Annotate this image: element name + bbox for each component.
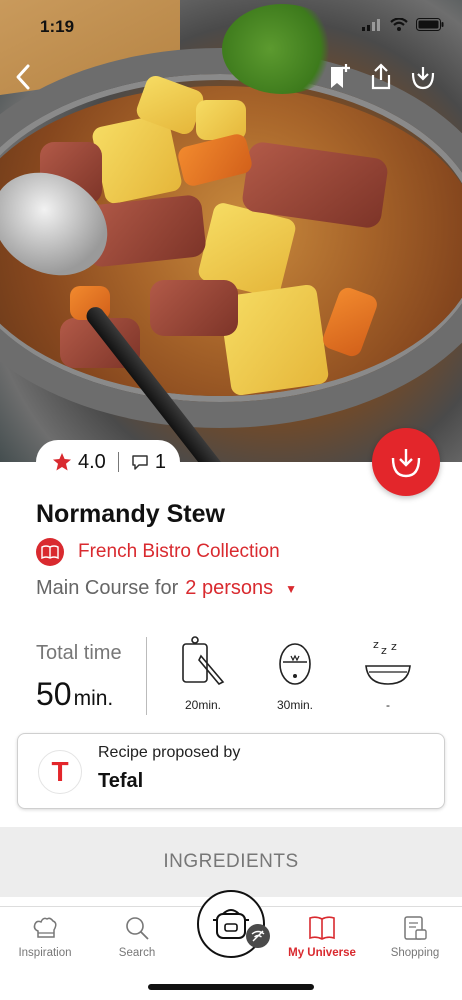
bookmark-button[interactable] xyxy=(324,62,354,92)
caret-down-icon[interactable]: ▼ xyxy=(285,582,297,596)
egg-timer-icon xyxy=(279,643,311,685)
share-icon xyxy=(371,63,391,90)
signal-icon xyxy=(362,18,380,31)
svg-text:z: z xyxy=(381,644,387,657)
total-time-value: 50 min. xyxy=(36,676,113,713)
total-time-unit: min. xyxy=(73,687,114,710)
cook-time-unit: min. xyxy=(290,698,314,712)
pot-download-icon xyxy=(391,449,421,478)
comment-icon xyxy=(132,455,148,470)
collection-label: French Bistro Collection xyxy=(78,541,280,562)
book-icon xyxy=(309,916,335,940)
rating-value: 4.0 xyxy=(78,450,106,473)
recipe-hero-image: 1:19 xyxy=(0,0,462,462)
servings-prefix: Main Course for xyxy=(36,577,179,599)
cutting-board-knife-icon xyxy=(182,636,225,685)
bookmark-add-icon xyxy=(331,64,350,88)
cook-time-step: 30min. xyxy=(260,634,330,712)
rating-divider xyxy=(117,452,119,472)
resting-bowl-icon: z z z xyxy=(365,638,411,685)
search-icon xyxy=(126,917,149,940)
tab-search[interactable]: Search xyxy=(92,915,182,959)
servings-row: Main Course for 2 persons ▼ xyxy=(36,577,297,600)
open-book-icon xyxy=(36,538,64,566)
tab-label: My Universe xyxy=(288,947,356,959)
wifi-icon xyxy=(390,18,408,31)
chevron-left-icon xyxy=(16,64,30,90)
tab-my-universe[interactable]: My Universe xyxy=(277,915,367,959)
total-time-number: 50 xyxy=(36,676,72,712)
recipe-collection-link[interactable]: French Bistro Collection xyxy=(36,538,280,566)
prep-time-value: 20 xyxy=(184,698,199,712)
cooker-icon xyxy=(213,909,249,939)
comment-count: 1 xyxy=(154,450,166,473)
share-button[interactable] xyxy=(366,62,396,92)
ingredients-section-header[interactable]: INGREDIENTS xyxy=(0,827,462,897)
shopping-list-icon xyxy=(404,916,427,940)
prep-time-unit: min. xyxy=(198,698,222,712)
send-to-cooker-button[interactable] xyxy=(408,62,438,92)
battery-icon xyxy=(416,18,444,31)
svg-text:z: z xyxy=(391,640,397,653)
pot-download-icon xyxy=(411,67,435,90)
tefal-logo: T xyxy=(38,750,82,794)
home-indicator xyxy=(148,984,314,990)
ingredients-label: INGREDIENTS xyxy=(163,851,299,872)
status-icons xyxy=(362,18,444,31)
svg-text:z: z xyxy=(373,638,379,651)
recipe-author-card[interactable]: T Recipe proposed by Tefal xyxy=(17,733,445,809)
prep-time-step: 20min. xyxy=(168,634,238,712)
chef-hat-icon xyxy=(33,917,57,938)
total-time-label: Total time xyxy=(36,642,122,664)
status-time: 1:19 xyxy=(40,17,75,36)
proposed-by-label: Recipe proposed by xyxy=(98,744,241,761)
tab-shopping[interactable]: Shopping xyxy=(370,915,460,959)
cook-time-value: 30 xyxy=(276,698,291,712)
tefal-logo-letter: T xyxy=(51,756,69,787)
back-button[interactable] xyxy=(8,62,38,92)
recipe-title: Normandy Stew xyxy=(36,500,225,528)
rest-time-step: z z z - xyxy=(353,634,423,712)
rating-pill[interactable]: 4.0 1 xyxy=(36,440,180,484)
time-divider xyxy=(146,637,147,715)
tab-label: Search xyxy=(118,947,156,959)
tab-label: Inspiration xyxy=(18,947,72,959)
start-cooking-button[interactable] xyxy=(372,428,440,496)
servings-selector[interactable]: 2 persons xyxy=(185,577,273,600)
meat-chunk xyxy=(150,280,238,336)
wifi-off-icon xyxy=(251,930,265,942)
rest-time-value: - xyxy=(386,698,390,712)
tab-label: Shopping xyxy=(390,947,440,959)
disconnected-badge xyxy=(246,924,270,948)
tab-inspiration[interactable]: Inspiration xyxy=(0,915,90,959)
star-icon xyxy=(53,453,71,471)
author-name: Tefal xyxy=(98,770,144,792)
